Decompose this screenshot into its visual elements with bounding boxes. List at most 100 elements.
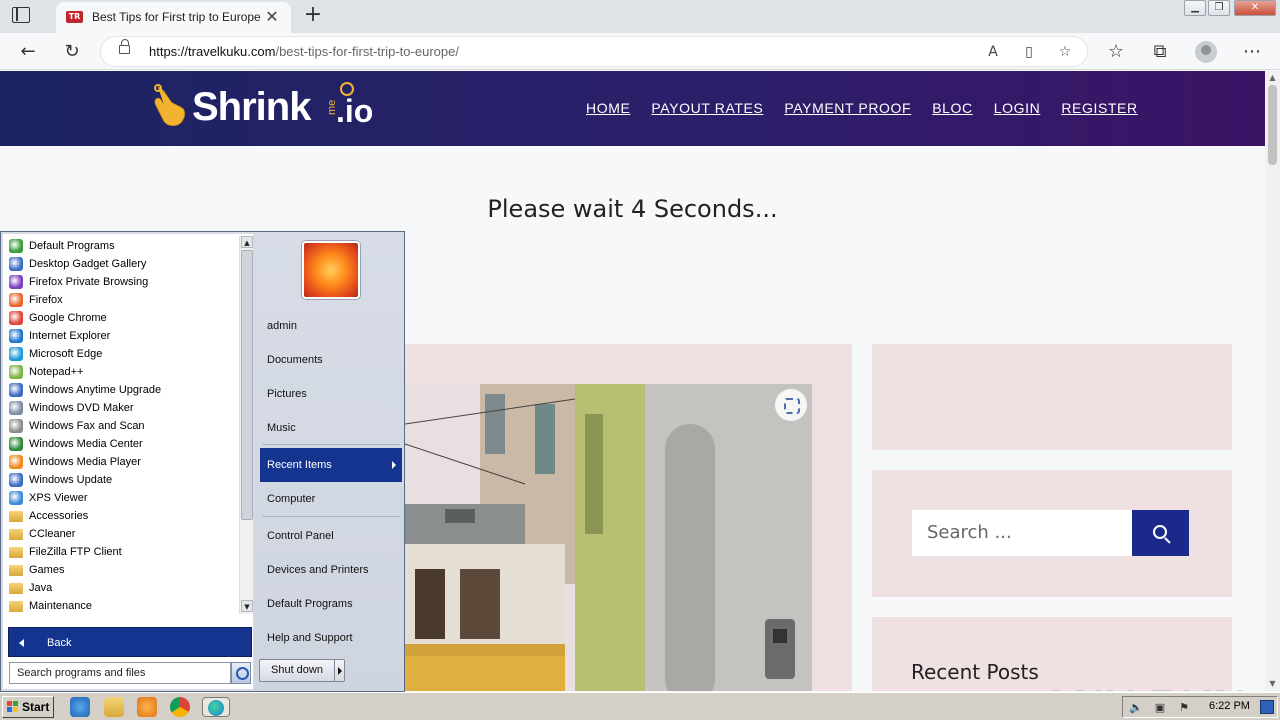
search-button[interactable] xyxy=(1132,510,1189,556)
program-item[interactable]: Accessories xyxy=(5,507,239,525)
nav-payment-proof[interactable]: PAYMENT PROOF xyxy=(784,100,911,116)
nav-register[interactable]: REGISTER xyxy=(1061,100,1137,116)
start-search-icon[interactable] xyxy=(231,662,251,684)
favorites-icon[interactable]: ☆ xyxy=(1104,40,1128,64)
start-place-music[interactable]: Music xyxy=(260,411,402,445)
programs-scrollbar[interactable]: ▲ ▼ xyxy=(239,236,253,614)
separator xyxy=(262,444,400,445)
minimize-icon[interactable]: ▁ xyxy=(1184,0,1206,16)
program-item[interactable]: FileZilla FTP Client xyxy=(5,543,239,561)
program-item[interactable]: Windows Anytime Upgrade xyxy=(5,381,239,399)
shutdown-options-icon[interactable] xyxy=(334,659,345,682)
nav-login[interactable]: LOGIN xyxy=(994,100,1041,116)
back-icon[interactable]: ← xyxy=(16,40,40,64)
anyrun-watermark: ANY RUN xyxy=(1040,681,1247,691)
start-button[interactable]: Start xyxy=(2,696,54,718)
nav-blog[interactable]: BLOC xyxy=(932,100,973,116)
action-center-flag-icon[interactable]: ⚑ xyxy=(1177,701,1191,714)
gadget-icon xyxy=(9,257,23,271)
shutdown-button[interactable]: Shut down xyxy=(259,659,335,682)
xps-icon xyxy=(9,491,23,505)
program-item[interactable]: XPS Viewer xyxy=(5,489,239,507)
tab-close-icon[interactable]: ✕ xyxy=(262,7,282,27)
clock[interactable]: 6:22 PM xyxy=(1209,700,1250,712)
folder-icon xyxy=(9,583,23,594)
main-nav: HOME PAYOUT RATES PAYMENT PROOF BLOC LOG… xyxy=(586,100,1138,116)
immersive-reader-icon[interactable]: ▯ xyxy=(1019,42,1039,62)
edge-icon xyxy=(208,700,224,716)
refresh-icon[interactable]: ↻ xyxy=(60,40,84,64)
start-place-recent-items[interactable]: Recent Items xyxy=(260,448,402,482)
program-item[interactable]: Windows Fax and Scan xyxy=(5,417,239,435)
back-button[interactable]: Back xyxy=(8,627,252,657)
lock-icon[interactable] xyxy=(119,39,130,54)
ie-taskbar-icon[interactable] xyxy=(70,697,90,717)
show-desktop-icon[interactable] xyxy=(1260,700,1274,714)
logo-text[interactable]: Shrink xyxy=(192,85,311,130)
scroll-up-icon[interactable]: ▲ xyxy=(1268,73,1277,82)
scroll-down-icon[interactable]: ▼ xyxy=(1268,679,1277,688)
user-picture[interactable] xyxy=(302,241,360,299)
program-item[interactable]: Windows Media Center xyxy=(5,435,239,453)
url-bar[interactable]: https://travelkuku.com/best-tips-for-fir… xyxy=(100,36,1088,67)
start-place-help-and-support[interactable]: Help and Support xyxy=(260,621,402,655)
search-input[interactable]: Search ... xyxy=(912,510,1132,556)
start-place-default-programs[interactable]: Default Programs xyxy=(260,587,402,621)
program-item[interactable]: Firefox Private Browsing xyxy=(5,273,239,291)
program-item[interactable]: Windows Update xyxy=(5,471,239,489)
program-item[interactable]: Java xyxy=(5,579,239,597)
network-icon[interactable]: ▣ xyxy=(1153,701,1167,714)
folder-icon xyxy=(9,565,23,576)
program-item[interactable]: Games xyxy=(5,561,239,579)
visual-search-icon[interactable] xyxy=(775,389,807,421)
wait-message: Please wait 4 Seconds... xyxy=(487,195,778,223)
volume-icon[interactable]: 🔈 xyxy=(1129,701,1143,714)
program-item[interactable]: Internet Explorer xyxy=(5,327,239,345)
program-item[interactable]: Desktop Gadget Gallery xyxy=(5,255,239,273)
programs-scroll-up-icon[interactable]: ▲ xyxy=(241,236,253,248)
chrome-taskbar-icon[interactable] xyxy=(170,697,190,717)
more-menu-icon[interactable]: ⋯ xyxy=(1240,40,1264,64)
program-item[interactable]: Firefox xyxy=(5,291,239,309)
edge-taskbar-icon[interactable] xyxy=(202,697,230,717)
program-label: Firefox xyxy=(29,294,63,306)
programs-scroll-down-icon[interactable]: ▼ xyxy=(241,600,253,612)
program-item[interactable]: Windows Media Player xyxy=(5,453,239,471)
start-place-devices-and-printers[interactable]: Devices and Printers xyxy=(260,553,402,587)
nav-payout-rates[interactable]: PAYOUT RATES xyxy=(651,100,763,116)
program-item[interactable]: CCleaner xyxy=(5,525,239,543)
tab-active[interactable]: TR Best Tips for First trip to Europe ✕ xyxy=(56,2,291,33)
profile-avatar-icon[interactable] xyxy=(1195,41,1217,63)
restore-icon[interactable]: ❐ xyxy=(1208,0,1230,16)
programs-scroll-thumb[interactable] xyxy=(241,250,253,520)
close-window-icon[interactable]: ✕ xyxy=(1234,0,1276,16)
start-place-pictures[interactable]: Pictures xyxy=(260,377,402,411)
system-tray: 🔈 ▣ ⚑ 6:22 PM xyxy=(1122,696,1278,718)
start-place-control-panel[interactable]: Control Panel xyxy=(260,519,402,553)
program-label: Notepad++ xyxy=(29,366,84,378)
page-scrollbar-thumb[interactable] xyxy=(1268,85,1277,165)
program-item[interactable]: Google Chrome xyxy=(5,309,239,327)
program-item[interactable]: Notepad++ xyxy=(5,363,239,381)
new-tab-icon[interactable]: + xyxy=(302,4,324,26)
nav-home[interactable]: HOME xyxy=(586,100,630,116)
program-item[interactable]: Windows DVD Maker xyxy=(5,399,239,417)
program-label: Games xyxy=(29,564,65,576)
start-place-documents[interactable]: Documents xyxy=(260,343,402,377)
start-place-computer[interactable]: Computer xyxy=(260,482,402,516)
program-item[interactable]: Microsoft Edge xyxy=(5,345,239,363)
start-search-input[interactable]: Search programs and files xyxy=(9,662,231,684)
collections-icon[interactable]: ⧉ xyxy=(1148,40,1172,64)
page-scrollbar[interactable]: ▲ ▼ xyxy=(1265,71,1280,691)
read-aloud-icon[interactable]: A xyxy=(983,42,1003,62)
program-item[interactable]: Maintenance xyxy=(5,597,239,615)
program-label: Firefox Private Browsing xyxy=(29,276,149,288)
url-text[interactable]: https://travelkuku.com/best-tips-for-fir… xyxy=(149,44,459,59)
media-player-taskbar-icon[interactable] xyxy=(137,697,157,717)
program-item[interactable]: Default Programs xyxy=(5,237,239,255)
fax-icon xyxy=(9,419,23,433)
explorer-taskbar-icon[interactable] xyxy=(104,697,124,717)
start-place-admin[interactable]: admin xyxy=(260,309,402,343)
tab-actions-icon[interactable] xyxy=(12,7,30,23)
add-favorite-icon[interactable]: ☆ xyxy=(1055,42,1075,62)
